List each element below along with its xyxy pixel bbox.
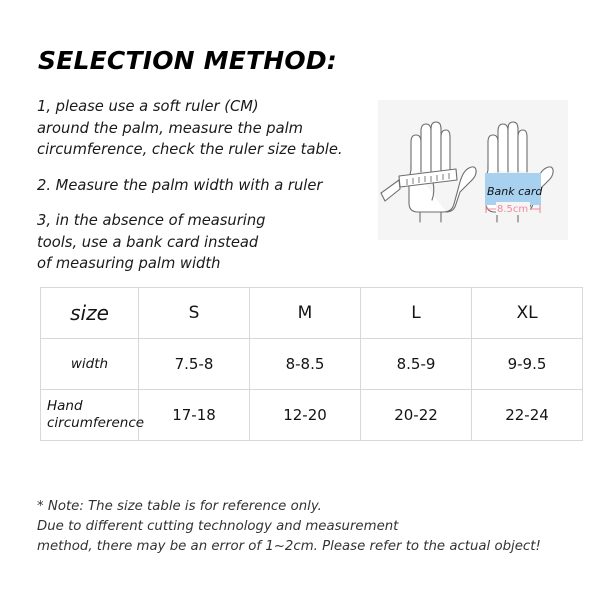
- instruction-3-line-2: tools, use a bank card instead: [37, 233, 259, 251]
- table-header-row: size S M L XL: [40, 287, 583, 339]
- circumference-value-s: 17-18: [138, 389, 250, 441]
- circumference-value-l: 20-22: [360, 389, 472, 441]
- table-row-width: width 7.5-8 8-8.5 8.5-9 9-9.5: [40, 338, 583, 390]
- table-header-s: S: [138, 287, 250, 339]
- card-width-label: 8.5cm: [497, 204, 528, 215]
- row-label-hand-circumference: Hand circumference: [40, 389, 144, 441]
- table-row-hand-circumference: Hand circumference 17-18 12-20 20-22 22-…: [40, 389, 583, 441]
- table-header-xl: XL: [471, 287, 583, 339]
- size-table: size S M L XL width 7.5-8 8-8.5 8.5-9 9-…: [40, 287, 583, 441]
- circumference-value-m: 12-20: [249, 389, 361, 441]
- table-header-size: size: [40, 287, 139, 339]
- instruction-1-line-3: circumference, check the ruler size tabl…: [37, 141, 343, 158]
- footer-note: * Note: The size table is for reference …: [37, 497, 582, 557]
- table-header-l: L: [360, 287, 472, 339]
- note-line-3: method, there may be an error of 1~2cm. …: [37, 539, 541, 554]
- width-value-m: 8-8.5: [249, 338, 361, 390]
- instruction-1-line-2: around the palm, measure the palm: [37, 119, 303, 137]
- note-line-2: Due to different cutting technology and …: [37, 519, 399, 534]
- note-line-1: * Note: The size table is for reference …: [37, 499, 322, 514]
- instruction-3-line-1: 3, in the absence of measuring: [37, 212, 266, 229]
- instruction-item-1: 1, please use a soft ruler (CM) around t…: [37, 96, 372, 161]
- width-value-xl: 9-9.5: [471, 338, 583, 390]
- page-title: SELECTION METHOD:: [38, 46, 338, 75]
- instruction-item-2: 2. Measure the palm width with a ruler: [37, 175, 372, 197]
- width-value-s: 7.5-8: [138, 338, 250, 390]
- instruction-list: 1, please use a soft ruler (CM) around t…: [37, 96, 372, 275]
- row-label-width: width: [40, 338, 139, 390]
- row-label-line-1: Hand: [47, 398, 83, 414]
- instruction-1-line-1: 1, please use a soft ruler (CM): [37, 98, 259, 115]
- circumference-value-xl: 22-24: [471, 389, 583, 441]
- size-chart-page: SELECTION METHOD: 1, please use a soft r…: [0, 0, 600, 600]
- instruction-3-line-3: of measuring palm width: [37, 255, 221, 272]
- measurement-illustration-panel: Bank card 8.5cm: [378, 100, 568, 240]
- hands-illustration: Bank card 8.5cm: [380, 121, 554, 223]
- width-value-l: 8.5-9: [360, 338, 472, 390]
- instruction-item-3: 3, in the absence of measuring tools, us…: [37, 210, 372, 275]
- bank-card-label: Bank card: [487, 185, 543, 198]
- row-label-line-2: circumference: [47, 415, 145, 431]
- table-header-m: M: [249, 287, 361, 339]
- instruction-2-line-1: 2. Measure the palm width with a ruler: [37, 176, 323, 194]
